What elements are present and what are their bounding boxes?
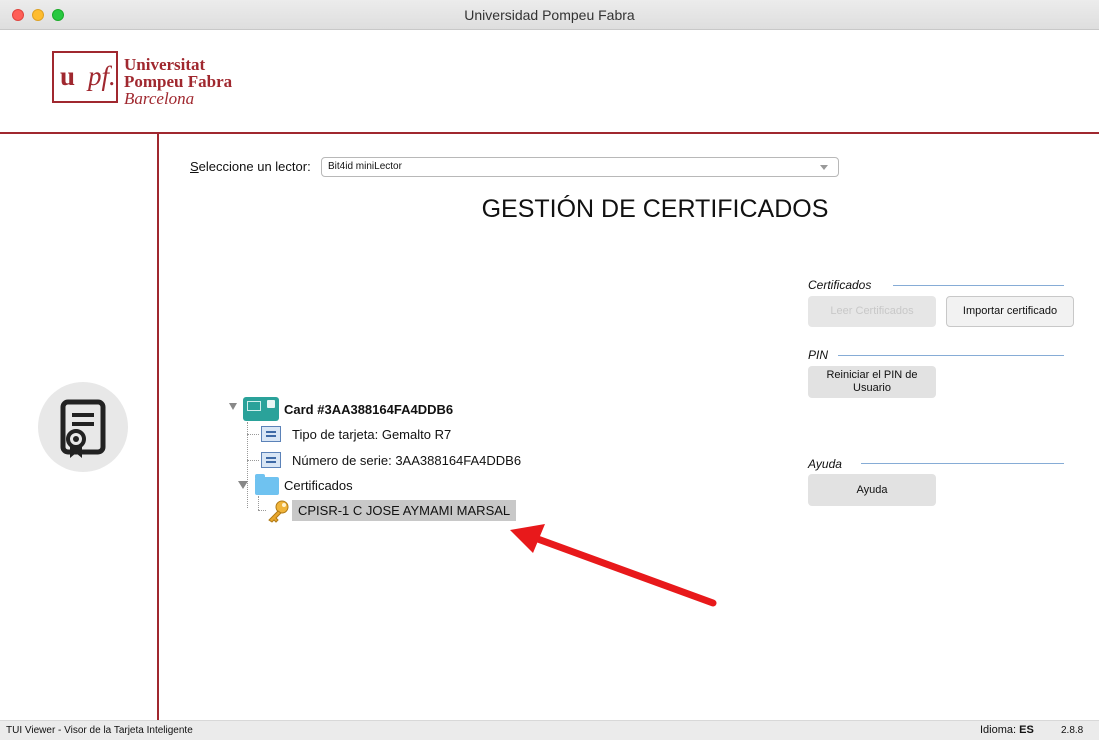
chevron-down-icon [820, 165, 828, 170]
reader-select-value: Bit4id miniLector [328, 161, 402, 172]
tree-node-card[interactable]: Card #3AA388164FA4DDB6 [284, 402, 453, 417]
certificate-sidebar-icon [38, 382, 128, 472]
read-certificates-button[interactable]: Leer Certificados [808, 296, 936, 327]
expand-triangle-icon[interactable] [229, 403, 237, 410]
section-label-certificados: Certificados [808, 278, 872, 292]
tree-node-card-type[interactable]: Tipo de tarjeta: Gemalto R7 [292, 427, 451, 442]
section-divider [893, 285, 1064, 286]
reset-pin-button[interactable]: Reiniciar el PIN de Usuario [808, 366, 936, 398]
language-label: Idioma: [980, 724, 1017, 736]
serial-info-icon [261, 452, 281, 468]
page-title: GESTIÓN DE CERTIFICADOS [481, 195, 829, 223]
section-label-ayuda: Ayuda [808, 457, 842, 471]
reset-pin-label-line1: Reiniciar el PIN de [826, 369, 918, 381]
status-app-name: TUI Viewer - Visor de la Tarjeta Intelig… [6, 725, 193, 736]
logo-mark-pf: pf. [88, 61, 116, 91]
tree-node-certificados[interactable]: Certificados [284, 478, 353, 493]
header-divider [0, 132, 1099, 134]
reader-label-text: eleccione un lector: [198, 159, 311, 174]
language-indicator[interactable]: Idioma: ES [980, 724, 1034, 736]
logo-line-1: Universitat [124, 55, 206, 74]
card-info-icon [261, 426, 281, 442]
status-bar: TUI Viewer - Visor de la Tarjeta Intelig… [0, 720, 1099, 740]
certificate-document-icon [60, 399, 106, 458]
logo-mark-u: u [60, 61, 76, 91]
import-certificate-button[interactable]: Importar certificado [946, 296, 1074, 327]
upf-logo-mark: u pf. [52, 51, 118, 103]
section-label-pin: PIN [808, 348, 829, 362]
window-title: Universidad Pompeu Fabra [464, 7, 635, 23]
expand-triangle-icon[interactable] [238, 481, 248, 489]
title-bar: Universidad Pompeu Fabra [0, 0, 1099, 30]
sidebar-divider [157, 134, 159, 720]
folder-icon [255, 474, 279, 495]
reset-pin-label-line2: Usuario [853, 382, 891, 394]
tree-guide-branch [247, 434, 259, 435]
reader-select[interactable]: Bit4id miniLector [321, 157, 839, 177]
key-icon [268, 500, 289, 523]
help-button[interactable]: Ayuda [808, 474, 936, 506]
version-label: 2.8.8 [1061, 725, 1084, 736]
section-divider [838, 355, 1064, 356]
upf-logo-text: Universitat Pompeu Fabra Barcelona [124, 56, 232, 107]
section-divider [861, 463, 1064, 464]
tree-node-certificate[interactable]: CPISR-1 C JOSE AYMAMI MARSAL [292, 500, 517, 521]
logo-line-2: Pompeu Fabra [124, 72, 233, 91]
tree-guide-line [258, 496, 259, 510]
smart-card-icon [243, 397, 279, 421]
logo-line-3: Barcelona [124, 89, 195, 108]
reader-label: Seleccione un lector: [190, 159, 311, 174]
tree-guide-branch [247, 460, 259, 461]
tree-node-serial[interactable]: Número de serie: 3AA388164FA4DDB6 [292, 453, 521, 468]
language-value: ES [1019, 724, 1034, 736]
reader-label-mnemonic: S [190, 159, 199, 174]
